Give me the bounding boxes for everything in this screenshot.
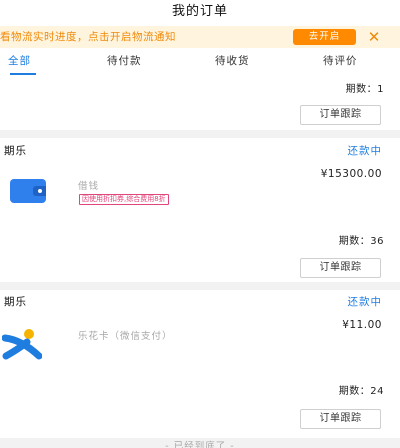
notice-text: 看物流实时进度，点击开启物流通知 xyxy=(0,31,176,43)
tab-pending-payment[interactable]: 待付款 xyxy=(107,48,142,78)
order-card: 期数：1 订单跟踪 xyxy=(0,78,400,130)
installment-count: 期数：36 xyxy=(338,236,384,247)
page-header: 我的订单 xyxy=(0,0,400,26)
installment-count: 期数：24 xyxy=(338,386,384,397)
order-price: ¥15300.00 xyxy=(320,168,382,180)
discount-tag: 因使用折扣券,综合费用8折 xyxy=(79,194,169,205)
tab-pending-review[interactable]: 待评价 xyxy=(323,48,358,78)
order-tracking-button[interactable]: 订单跟踪 xyxy=(300,258,381,278)
order-tracking-button[interactable]: 订单跟踪 xyxy=(300,409,381,429)
lehua-card-icon xyxy=(2,329,42,360)
order-status: 还款中 xyxy=(347,145,382,157)
installment-count: 期数：1 xyxy=(345,84,384,95)
tab-active-indicator xyxy=(10,73,36,75)
page-title: 我的订单 xyxy=(171,4,228,19)
order-card[interactable]: 期乐 还款中 乐花卡（微信支付） ¥11.00 期数：24 订单跟踪 xyxy=(0,290,400,438)
close-icon[interactable]: ✕ xyxy=(366,27,382,47)
divider xyxy=(0,130,400,138)
shop-name: 期乐 xyxy=(4,296,27,308)
order-card[interactable]: 期乐 还款中 借钱 因使用折扣券,综合费用8折 ¥15300.00 期数：36 … xyxy=(0,138,400,282)
shop-name: 期乐 xyxy=(4,145,27,157)
order-price: ¥11.00 xyxy=(342,319,382,331)
divider xyxy=(0,282,400,290)
tab-pending-receipt[interactable]: 待收货 xyxy=(215,48,250,78)
product-name: 乐花卡（微信支付） xyxy=(78,331,173,342)
logistics-notice-bar: 看物流实时进度，点击开启物流通知 去开启 ✕ xyxy=(0,26,400,48)
enable-notification-button[interactable]: 去开启 xyxy=(293,29,356,45)
end-of-list-text: - 已经到底了 - xyxy=(165,441,235,448)
order-status: 还款中 xyxy=(347,296,382,308)
order-tracking-button[interactable]: 订单跟踪 xyxy=(300,105,381,125)
product-name: 借钱 xyxy=(78,181,100,192)
order-tabs: 全部 待付款 待收货 待评价 xyxy=(0,48,400,78)
wallet-icon xyxy=(10,179,46,203)
